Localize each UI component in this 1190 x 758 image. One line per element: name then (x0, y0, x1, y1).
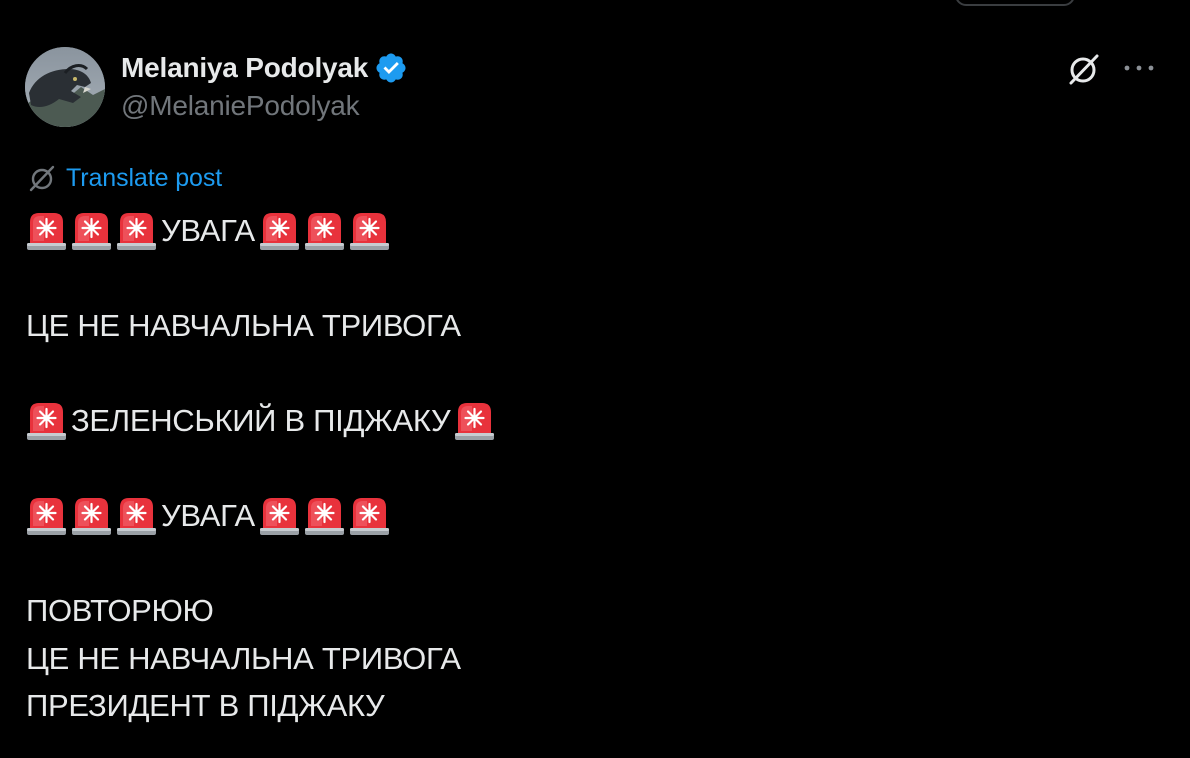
post-body: УВАГА ЦЕ НЕ НАВЧАЛЬНА ТРИВОГА ЗЕЛЕНСЬКИЙ… (26, 207, 499, 730)
police-car-light-emoji-icon (116, 210, 157, 252)
police-car-light-emoji-icon (259, 210, 300, 252)
author-handle[interactable]: @MelaniePodolyak (121, 90, 408, 122)
post-line-text: ЦЕ НЕ НАВЧАЛЬНА ТРИВОГА (26, 308, 461, 343)
post-line-text: УВАГА (161, 498, 255, 533)
post-line-text: ЗЕЛЕНСЬКИЙ В ПІДЖАКУ (71, 403, 451, 438)
post-line-text: УВАГА (161, 213, 255, 248)
post-line: УВАГА (26, 492, 499, 540)
post-line (26, 540, 499, 588)
police-car-light-emoji-icon (71, 495, 112, 537)
avatar-image (25, 47, 105, 127)
police-car-light-emoji-icon (26, 400, 67, 442)
post-line: ПРЕЗИДЕНТ В ПІДЖАКУ (26, 682, 499, 730)
post-line: УВАГА (26, 207, 499, 255)
post-line-text: ПРЕЗИДЕНТ В ПІДЖАКУ (26, 688, 385, 723)
author-name[interactable]: Melaniya Podolyak (121, 52, 368, 84)
police-car-light-emoji-icon (454, 400, 495, 442)
post-line: ЦЕ НЕ НАВЧАЛЬНА ТРИВОГА (26, 635, 499, 683)
more-options-icon[interactable] (1122, 60, 1156, 76)
police-car-light-emoji-icon (116, 495, 157, 537)
post-line: ЗЕЛЕНСЬКИЙ В ПІДЖАКУ (26, 397, 499, 445)
top-pill-button[interactable] (955, 0, 1075, 6)
translate-icon (29, 165, 55, 192)
translate-post-link[interactable]: Translate post (27, 163, 222, 193)
police-car-light-emoji-icon (71, 210, 112, 252)
police-car-light-emoji-icon (26, 495, 67, 537)
post-line-text: ПОВТОРЮЮ (26, 593, 214, 628)
post-line (26, 445, 499, 493)
avatar[interactable] (25, 47, 105, 127)
police-car-light-emoji-icon (349, 210, 390, 252)
police-car-light-emoji-icon (349, 495, 390, 537)
post-line (26, 350, 499, 398)
police-car-light-emoji-icon (26, 210, 67, 252)
post-line: ЦЕ НЕ НАВЧАЛЬНА ТРИВОГА (26, 302, 499, 350)
translate-post-label: Translate post (66, 163, 223, 192)
post-line-text: ЦЕ НЕ НАВЧАЛЬНА ТРИВОГА (26, 640, 461, 676)
post-line (26, 255, 499, 303)
grok-icon[interactable] (1066, 51, 1102, 87)
police-car-light-emoji-icon (259, 495, 300, 537)
post-line: ПОВТОРЮЮ (26, 587, 499, 635)
police-car-light-emoji-icon (304, 210, 345, 252)
police-car-light-emoji-icon (304, 495, 345, 537)
verified-badge-icon[interactable] (374, 51, 408, 85)
